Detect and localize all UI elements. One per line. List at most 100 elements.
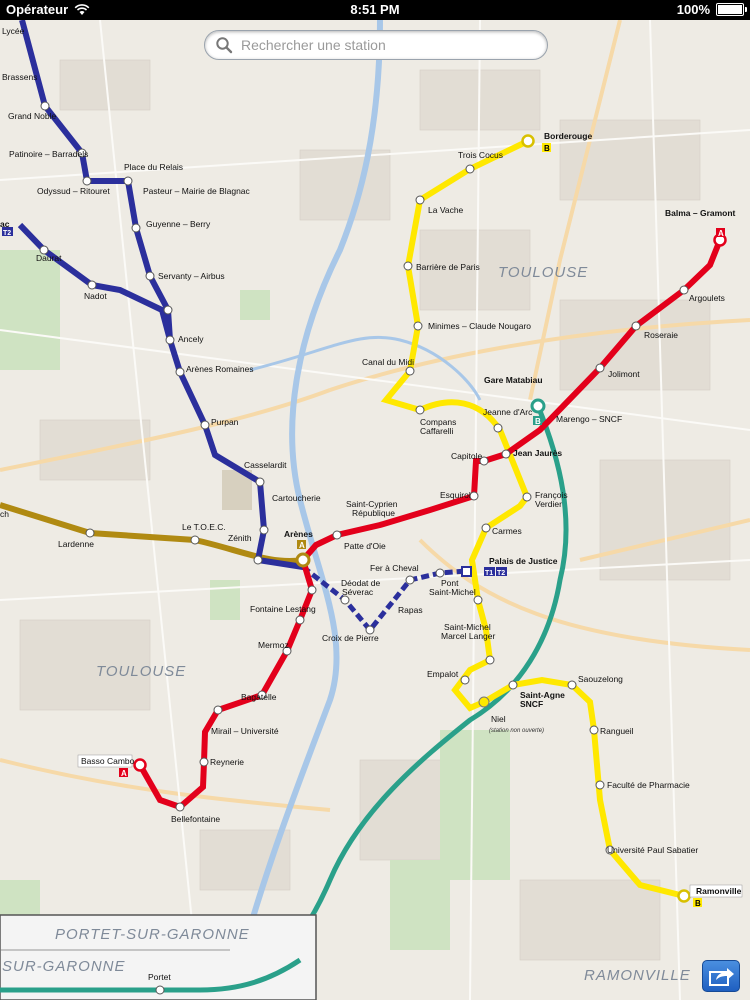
station-label: Esquirol [440,490,471,500]
station-label: Lardenne [58,539,94,549]
station-label: Palais de Justice [489,556,558,566]
district-label-toulouse: TOULOUSE [96,663,186,680]
hub-arenes[interactable] [295,552,311,568]
station-label: Carmes [492,526,522,536]
station-label: Balma – Gramont [665,208,736,218]
station-label: La Vache [428,205,464,215]
station-label: ac [0,219,10,229]
station-search-bar[interactable] [204,30,548,60]
station-label: Place du Relais [124,162,183,172]
station-label: Servanty – Airbus [158,271,225,281]
station-label: Pasteur – Mairie de Blagnac [143,186,251,196]
station-label: Rangueil [600,726,634,736]
station-label: Niel [491,714,506,724]
terminus-borderouge[interactable] [521,134,535,148]
svg-text:B: B [535,417,541,426]
terminus-ramonville[interactable] [677,889,691,903]
district-label-toulouse: TOULOUSE [498,264,588,281]
station-label: Patinoire – Barradels [9,149,88,159]
share-button[interactable] [702,960,740,992]
svg-text:B: B [695,899,701,908]
svg-text:A: A [299,541,305,550]
station-label: Bagatelle [241,692,277,702]
station-label: Rapas [398,605,423,615]
station-label: Saouzelong [578,674,623,684]
station-label: Mirail – Université [211,726,279,736]
station-label: Gare Matabiau [484,375,543,385]
svg-text:B: B [544,144,550,153]
hub-palais-justice[interactable] [461,566,472,577]
station-label: République [352,508,395,518]
station-label: Université Paul Sabatier [607,845,698,855]
station-label: Daurat [36,253,62,263]
line-badge-a: A [119,768,128,778]
battery-percent: 100% [676,2,710,17]
station-label: Croix de Pierre [322,633,379,643]
svg-text:A: A [718,229,724,238]
station-label: Bellefontaine [171,814,220,824]
district-label-portet: PORTET-SUR-GARONNE [55,926,250,943]
station-label: Lycée [2,26,25,36]
clock: 8:51 PM [350,2,400,17]
svg-text:T2: T2 [3,230,11,237]
station-label: Fer à Cheval [370,563,419,573]
district-label-sur-garonne: SUR-GARONNE [2,958,126,975]
station-label: Marcel Langer [441,631,496,641]
station-label: Basso Cambo [81,756,135,766]
status-bar: Opérateur 8:51 PM 100% [0,0,750,20]
station-label: Grand Noble [8,111,56,121]
station-label: Zénith [228,533,252,543]
battery-icon [716,3,747,16]
line-badge-a: A [716,228,725,238]
station-search-input[interactable] [239,36,533,54]
metro-map[interactable]: TOULOUSE TOULOUSE RAMONVILLE A A B B T1 … [0,20,750,1000]
station-label: Minimes – Claude Nougaro [428,321,531,331]
station-label: Caffarelli [420,426,453,436]
station-label: Saint-Michel [429,587,476,597]
station-label: Marengo – SNCF [556,414,622,424]
line-badge-a: A [297,540,306,550]
station-label: Arènes Romaines [186,364,254,374]
station-label: Ancely [178,334,204,344]
line-badge-b: B [693,898,702,908]
svg-text:T1: T1 [485,570,493,577]
station-label: Fontaine Lestang [250,604,316,614]
station-label: Jean Jaurès [513,448,562,458]
station-label: Roseraie [644,330,678,340]
svg-text:A: A [121,769,127,778]
station-label: Cartoucherie [272,493,321,503]
station-label: Argoulets [689,293,725,303]
svg-text:T2: T2 [497,570,505,577]
station-label: Verdier [535,499,562,509]
station-label: Casselardit [244,460,287,470]
station-label: SNCF [520,699,543,709]
station-niel[interactable] [478,696,490,708]
station-label: Canal du Midi [362,357,414,367]
station-label: Ramonville [696,886,742,896]
station-label: Portet [148,972,171,982]
inset-panel: PORTET-SUR-GARONNE SUR-GARONNE Portet [0,914,317,1000]
station-label: Mermoz [258,640,289,650]
search-icon [216,37,233,54]
station-label: Arènes [284,529,313,539]
hub-gare-matabiau[interactable] [530,398,546,414]
district-label-ramonville: RAMONVILLE [584,967,691,984]
line-badge-b: B [542,143,551,153]
station-label: Nadot [84,291,107,301]
station-label: Guyenne – Berry [146,219,211,229]
station-label: Odyssud – Ritouret [37,186,110,196]
station-label: Purpan [211,417,239,427]
station-label: Reynerie [210,757,244,767]
station-label: Empalot [427,669,459,679]
station-portet[interactable] [155,985,165,995]
station-label: Jolimont [608,369,640,379]
station-label: Trois Cocus [458,150,503,160]
share-arrow-icon [709,968,734,986]
line-badge-b: B [533,416,542,426]
station-label: Séverac [342,587,374,597]
station-label: Brassens [2,72,37,82]
station-label: Barrière de Paris [416,262,480,272]
station-label: Faculté de Pharmacie [607,780,690,790]
terminus-basso-cambo[interactable] [133,758,147,772]
station-label: Borderouge [544,131,592,141]
